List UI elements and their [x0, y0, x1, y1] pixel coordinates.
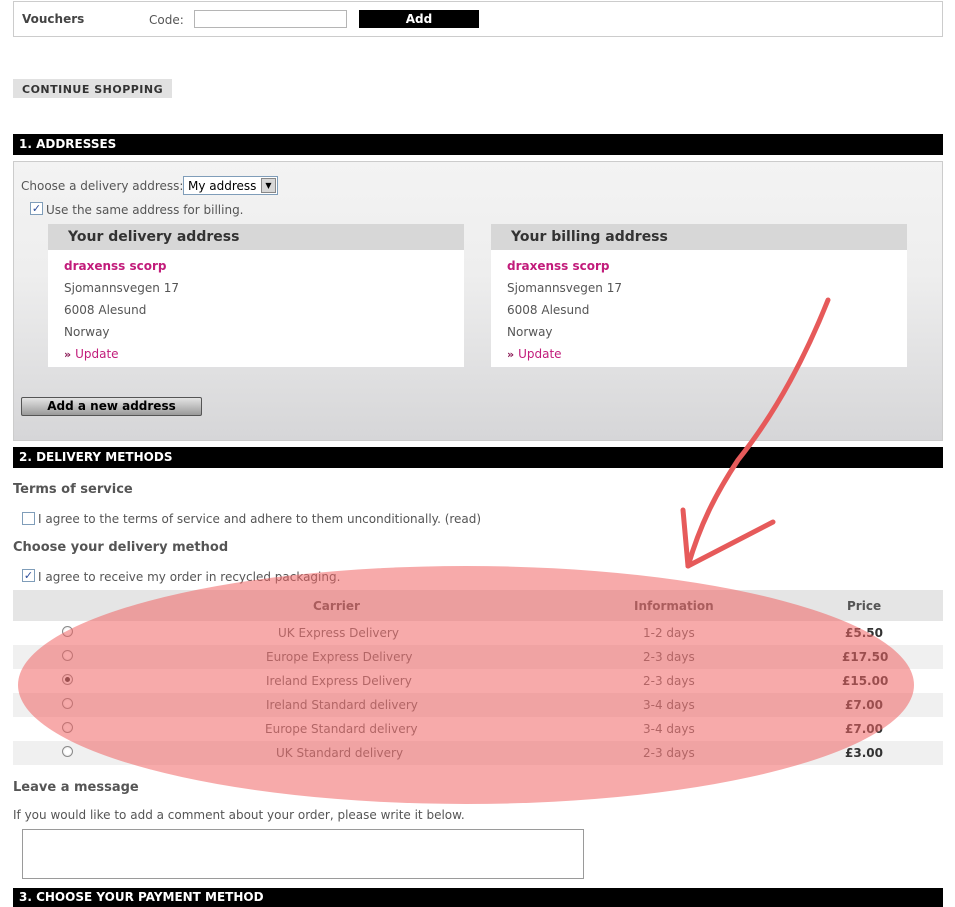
terms-checkbox[interactable]	[22, 512, 35, 525]
payment-method-section-heading: 3. CHOOSE YOUR PAYMENT METHOD	[13, 888, 943, 907]
double-chevron-right-icon: »	[507, 348, 515, 361]
table-row[interactable]: UK Standard delivery 2-3 days £3.00	[13, 741, 943, 765]
carrier-name: Ireland Express Delivery	[266, 674, 412, 688]
carrier-radio[interactable]	[62, 746, 73, 757]
carrier-info: 2-3 days	[643, 746, 695, 760]
billing-address-update-link[interactable]: » Update	[507, 347, 562, 361]
addresses-section-heading: 1. ADDRESSES	[13, 134, 943, 155]
recycled-packaging-checkbox[interactable]: ✓	[22, 569, 35, 582]
carrier-table-header: Carrier Information Price	[13, 590, 943, 621]
carrier-info: 1-2 days	[643, 626, 695, 640]
carrier-radio[interactable]	[62, 626, 73, 637]
chevron-down-icon[interactable]: ▼	[261, 178, 276, 193]
delivery-methods-section-heading: 2. DELIVERY METHODS	[13, 447, 943, 468]
delivery-address-select[interactable]: My address ▼	[183, 176, 278, 195]
leave-message-title: Leave a message	[13, 780, 139, 795]
carrier-radio[interactable]	[62, 698, 73, 709]
delivery-address-update-label[interactable]: Update	[75, 347, 118, 361]
table-row[interactable]: Europe Express Delivery 2-3 days £17.50	[13, 645, 943, 669]
voucher-code-input[interactable]	[194, 10, 347, 28]
carrier-info: 2-3 days	[643, 650, 695, 664]
carrier-info: 2-3 days	[643, 674, 695, 688]
delivery-method-title: Choose your delivery method	[13, 540, 229, 555]
same-address-label: Use the same address for billing.	[46, 203, 244, 217]
carrier-name: Europe Express Delivery	[266, 650, 413, 664]
billing-address-update-label[interactable]: Update	[518, 347, 561, 361]
voucher-title: Vouchers	[22, 12, 85, 26]
carrier-name: UK Standard delivery	[276, 746, 404, 760]
delivery-address-title: Your delivery address	[48, 224, 464, 250]
terms-label: I agree to the terms of service and adhe…	[38, 512, 482, 526]
table-row[interactable]: Ireland Standard delivery 3-4 days £7.00	[13, 693, 943, 717]
terms-of-service-title: Terms of service	[13, 482, 133, 497]
recycled-packaging-label: I agree to receive my order in recycled …	[38, 570, 341, 584]
voucher-box: Vouchers Code: Add	[13, 1, 943, 37]
billing-address-title: Your billing address	[491, 224, 907, 250]
carrier-price: £3.00	[845, 746, 883, 760]
carrier-radio[interactable]	[62, 650, 73, 661]
same-address-checkbox[interactable]: ✓	[30, 202, 43, 215]
continue-shopping-button[interactable]: CONTINUE SHOPPING	[13, 79, 172, 98]
choose-address-label: Choose a delivery address:	[21, 179, 184, 193]
carrier-price: £17.50	[842, 650, 889, 664]
carrier-radio[interactable]	[62, 722, 73, 733]
delivery-address-card: Your delivery address draxenss scorp Sjo…	[48, 224, 464, 367]
addresses-panel: Choose a delivery address: My address ▼ …	[13, 161, 943, 441]
carrier-name: Europe Standard delivery	[265, 722, 418, 736]
voucher-code-label: Code:	[149, 13, 184, 27]
billing-address-card: Your billing address draxenss scorp Sjom…	[491, 224, 907, 367]
delivery-address-street: Sjomannsvegen 17	[64, 281, 179, 295]
carrier-price: £7.00	[845, 698, 883, 712]
carrier-price: £7.00	[845, 722, 883, 736]
column-header-price: Price	[847, 599, 882, 613]
billing-address-name: draxenss scorp	[507, 259, 610, 273]
carrier-price: £5.50	[845, 626, 883, 640]
delivery-address-name: draxenss scorp	[64, 259, 167, 273]
carrier-name: UK Express Delivery	[278, 626, 399, 640]
table-row[interactable]: UK Express Delivery 1-2 days £5.50	[13, 621, 943, 645]
column-header-carrier: Carrier	[313, 599, 360, 613]
table-row[interactable]: Europe Standard delivery 3-4 days £7.00	[13, 717, 943, 741]
carrier-radio-selected[interactable]	[62, 674, 73, 685]
carrier-info: 3-4 days	[643, 722, 695, 736]
delivery-address-country: Norway	[64, 325, 110, 339]
add-new-address-button[interactable]: Add a new address	[21, 397, 202, 416]
leave-message-note: If you would like to add a comment about…	[13, 808, 465, 822]
table-row[interactable]: Ireland Express Delivery 2-3 days £15.00	[13, 669, 943, 693]
voucher-add-button[interactable]: Add	[359, 10, 479, 28]
double-chevron-right-icon: »	[64, 348, 72, 361]
carrier-price: £15.00	[842, 674, 889, 688]
billing-address-city: 6008 Alesund	[507, 303, 590, 317]
delivery-address-select-value: My address	[188, 179, 257, 193]
carrier-info: 3-4 days	[643, 698, 695, 712]
delivery-address-city: 6008 Alesund	[64, 303, 147, 317]
message-textarea[interactable]	[22, 829, 584, 879]
carrier-name: Ireland Standard delivery	[266, 698, 418, 712]
column-header-information: Information	[634, 599, 714, 613]
billing-address-country: Norway	[507, 325, 553, 339]
delivery-address-update-link[interactable]: » Update	[64, 347, 119, 361]
billing-address-street: Sjomannsvegen 17	[507, 281, 622, 295]
